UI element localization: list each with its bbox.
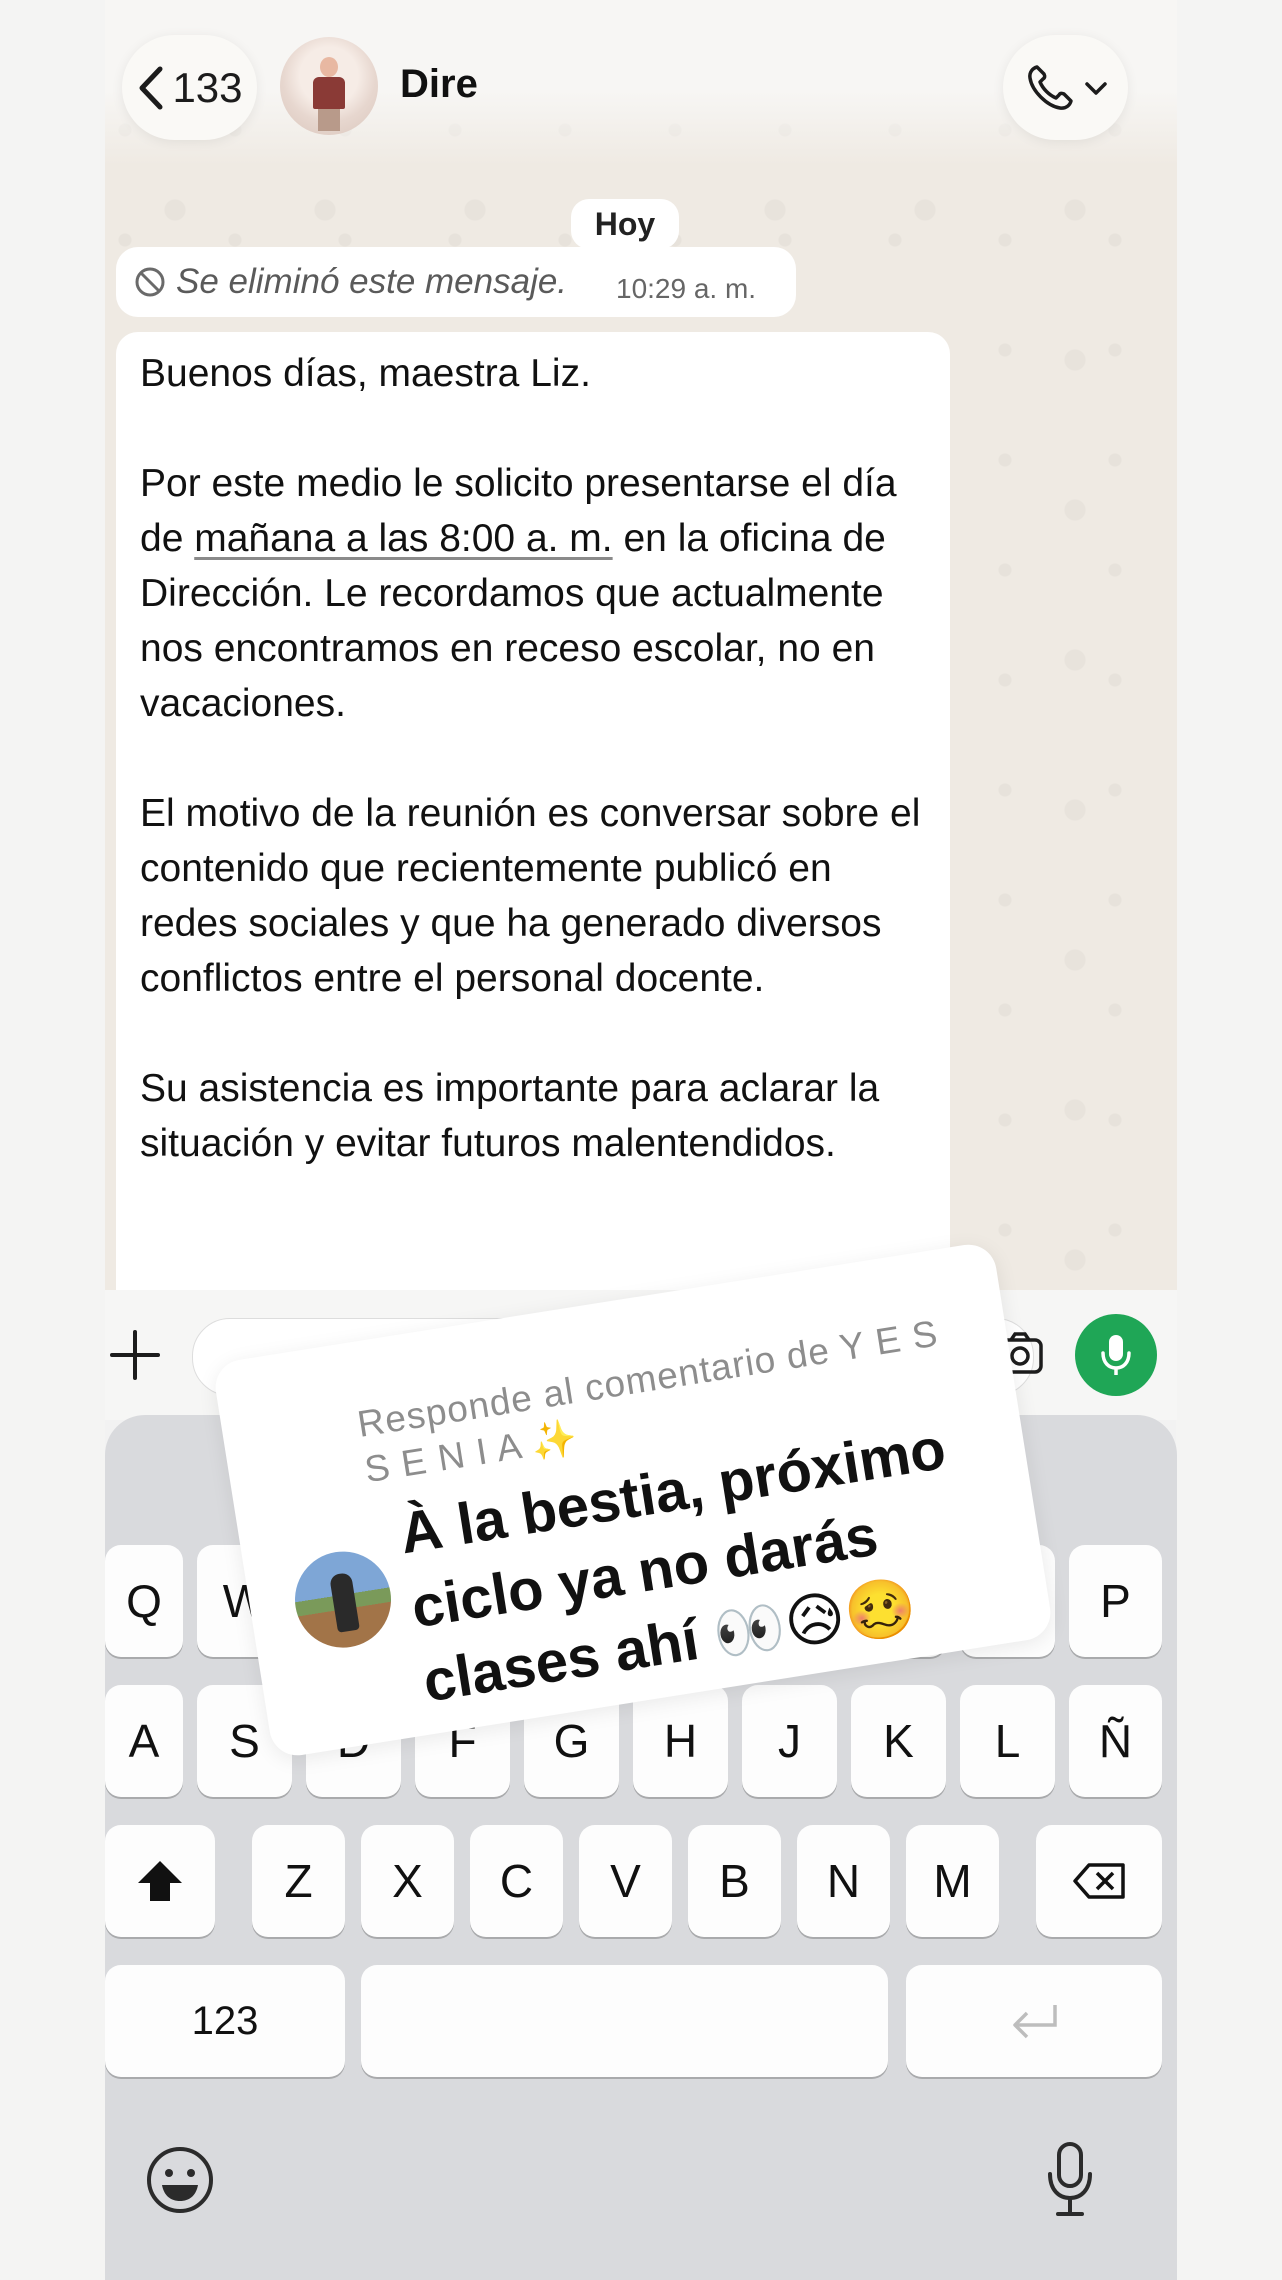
back-button[interactable]: 133 <box>122 35 257 140</box>
unread-count: 133 <box>172 63 243 111</box>
voice-message-button[interactable] <box>1075 1314 1157 1396</box>
key-k[interactable]: K <box>851 1685 946 1797</box>
key-j[interactable]: J <box>742 1685 837 1797</box>
message-paragraph-1: Por este medio le solicito presentarse e… <box>140 456 926 731</box>
numbers-key[interactable]: 123 <box>105 1965 345 2077</box>
key-l[interactable]: L <box>960 1685 1055 1797</box>
key-n-tilde[interactable]: Ñ <box>1069 1685 1162 1797</box>
key-v[interactable]: V <box>579 1825 672 1937</box>
microphone-icon <box>1101 1335 1131 1375</box>
shift-key[interactable] <box>105 1825 215 1937</box>
key-a[interactable]: A <box>105 1685 183 1797</box>
deleted-message-bubble[interactable]: Se eliminó este mensaje. 10:29 a. m. <box>116 247 796 317</box>
emoji-icon[interactable] <box>145 2145 215 2215</box>
backspace-icon <box>1073 1863 1125 1899</box>
message-paragraph-2: El motivo de la reunión es conversar sob… <box>140 792 921 1000</box>
chevron-down-icon <box>1084 81 1107 95</box>
right-margin <box>1176 0 1282 2280</box>
return-icon <box>1013 2005 1057 2039</box>
key-n[interactable]: N <box>797 1825 890 1937</box>
plus-icon[interactable] <box>105 1320 165 1390</box>
key-p[interactable]: P <box>1069 1545 1162 1657</box>
dictation-icon[interactable] <box>1045 2140 1095 2220</box>
call-button[interactable] <box>1003 35 1128 140</box>
backspace-key[interactable] <box>1036 1825 1162 1937</box>
message-paragraph-3: Su asistencia es importante para aclarar… <box>140 1067 880 1165</box>
chevron-left-icon <box>139 66 163 109</box>
key-q[interactable]: Q <box>105 1545 183 1657</box>
contact-name[interactable]: Dire <box>400 62 478 107</box>
message-time: 10:29 a. m. <box>616 273 757 304</box>
blocked-icon <box>135 267 165 297</box>
return-key[interactable] <box>906 1965 1162 2077</box>
key-b[interactable]: B <box>688 1825 781 1937</box>
space-key[interactable] <box>361 1965 888 2077</box>
key-m[interactable]: M <box>906 1825 999 1937</box>
contact-avatar[interactable] <box>280 37 378 135</box>
deleted-message-text: Se eliminó este mensaje. <box>176 262 568 301</box>
key-z[interactable]: Z <box>252 1825 345 1937</box>
left-margin <box>0 0 105 2280</box>
date-link[interactable]: mañana a las 8:00 a. m. <box>194 517 612 560</box>
key-h[interactable]: H <box>633 1685 728 1797</box>
date-label: Hoy <box>571 199 679 249</box>
shift-icon <box>138 1861 182 1901</box>
message-greeting: Buenos días, maestra Liz. <box>140 352 591 395</box>
commenter-avatar <box>288 1544 398 1655</box>
phone-icon <box>1027 64 1073 110</box>
incoming-message-bubble[interactable]: Buenos días, maestra Liz. Por este medio… <box>116 332 950 1332</box>
key-c[interactable]: C <box>470 1825 563 1937</box>
key-x[interactable]: X <box>361 1825 454 1937</box>
